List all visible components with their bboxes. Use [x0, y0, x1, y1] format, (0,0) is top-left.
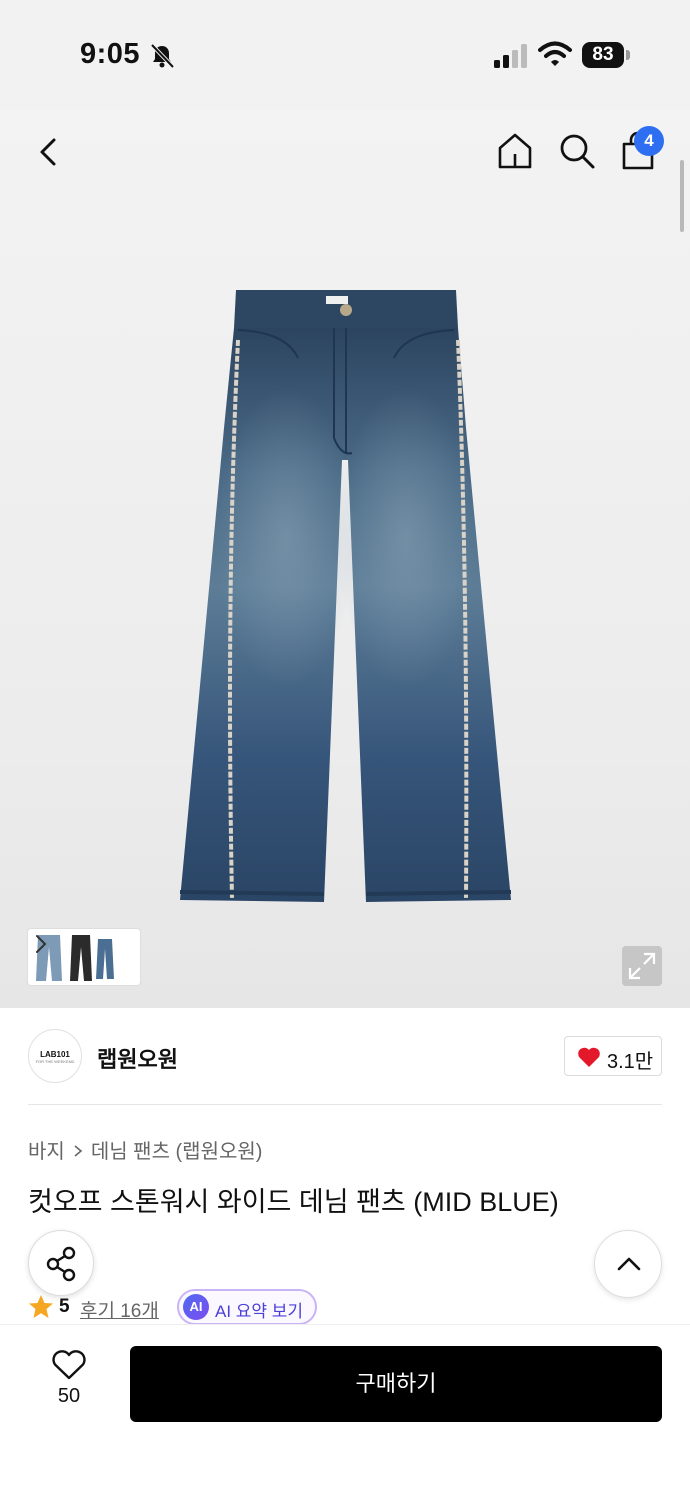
status-time: 9:05 [80, 38, 141, 70]
product-image [179, 290, 512, 902]
share-button[interactable] [28, 1230, 94, 1296]
product-image-area[interactable]: 4 [0, 110, 690, 1008]
battery-indicator: 83 [582, 42, 630, 68]
thumbnail-strip[interactable] [27, 928, 141, 986]
chevron-right-icon [74, 1145, 83, 1157]
share-icon [46, 1246, 76, 1282]
brand-logo-text: LAB101 [40, 1050, 70, 1059]
back-icon[interactable] [30, 132, 70, 172]
chevron-right-icon [36, 935, 47, 953]
ai-badge-icon: AI [183, 1294, 209, 1320]
divider [28, 1104, 662, 1105]
heart-icon [578, 1047, 600, 1067]
brand-logo-subtext: FOR THE WEEKEND [35, 1059, 75, 1064]
breadcrumb-subcategory[interactable]: 데님 팬츠 (랩원오원) [91, 1141, 263, 1163]
breadcrumb-category[interactable]: 바지 [28, 1141, 65, 1163]
cart-count-badge: 4 [634, 126, 664, 156]
heart-outline-icon [52, 1350, 86, 1380]
product-title: 컷오프 스톤워시 와이드 데님 팬츠 (MID BLUE) [28, 1187, 559, 1217]
status-bar: 9:05 83 [0, 0, 690, 110]
expand-icon[interactable] [622, 946, 662, 986]
buy-button[interactable]: 구매하기 [130, 1346, 662, 1422]
ai-summary-label: AI 요약 보기 [215, 1302, 304, 1321]
wishlist-button[interactable]: 50 [40, 1349, 98, 1419]
scroll-indicator [680, 160, 684, 232]
brand-like-button[interactable]: 3.1만 [564, 1036, 662, 1076]
brand-logo[interactable]: LAB101 FOR THE WEEKEND [28, 1029, 82, 1083]
wifi-icon [538, 41, 572, 66]
brand-name[interactable]: 랩원오원 [97, 1042, 178, 1074]
bell-slash-icon [150, 43, 175, 69]
scroll-top-button[interactable] [594, 1230, 662, 1298]
signal-icon [494, 44, 527, 68]
wishlist-count: 50 [57, 1385, 81, 1407]
battery-level: 83 [582, 42, 624, 68]
breadcrumb: 바지 데님 팬츠 (랩원오원) [28, 1135, 262, 1164]
review-count-link[interactable]: 후기 16개 [80, 1296, 159, 1323]
ai-summary-button[interactable]: AI AI 요약 보기 [177, 1289, 317, 1325]
brand-like-count: 3.1만 [607, 1051, 654, 1073]
chevron-up-icon [617, 1257, 641, 1271]
search-icon[interactable] [556, 130, 598, 172]
bottom-action-bar: 50 구매하기 [0, 1324, 690, 1500]
home-icon[interactable] [494, 130, 536, 172]
star-icon [29, 1295, 53, 1318]
rating-score: 5 [59, 1296, 70, 1317]
